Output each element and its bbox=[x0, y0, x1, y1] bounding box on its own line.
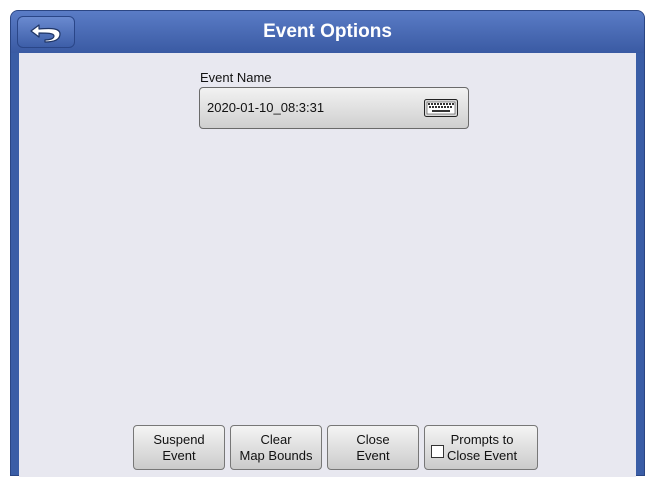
keyboard-icon[interactable] bbox=[424, 99, 458, 117]
content-area: Event Name 2020-01-10_08:3:31 Suspend Ev… bbox=[19, 53, 636, 477]
close-event-label: Close Event bbox=[356, 431, 390, 463]
event-name-field[interactable]: 2020-01-10_08:3:31 bbox=[199, 87, 469, 129]
suspend-event-label: Suspend Event bbox=[153, 431, 205, 463]
event-options-window: Event Options Event Name 2020-01-10_08:3… bbox=[10, 10, 645, 477]
prompts-checkbox[interactable] bbox=[431, 445, 444, 458]
title-bar: Event Options bbox=[11, 11, 644, 53]
event-name-value: 2020-01-10_08:3:31 bbox=[207, 100, 325, 115]
event-name-label: Event Name bbox=[200, 70, 272, 85]
clear-map-bounds-label: Clear Map Bounds bbox=[239, 431, 313, 463]
close-event-button[interactable]: Close Event bbox=[327, 425, 419, 470]
window-title: Event Options bbox=[263, 21, 392, 42]
back-arrow-icon bbox=[30, 24, 61, 43]
prompts-to-close-event-toggle[interactable]: Prompts to Close Event bbox=[424, 425, 538, 470]
suspend-event-button[interactable]: Suspend Event bbox=[133, 425, 225, 470]
back-button[interactable] bbox=[17, 16, 75, 48]
clear-map-bounds-button[interactable]: Clear Map Bounds bbox=[230, 425, 322, 470]
prompts-to-close-event-label: Prompts to Close Event bbox=[447, 431, 518, 463]
